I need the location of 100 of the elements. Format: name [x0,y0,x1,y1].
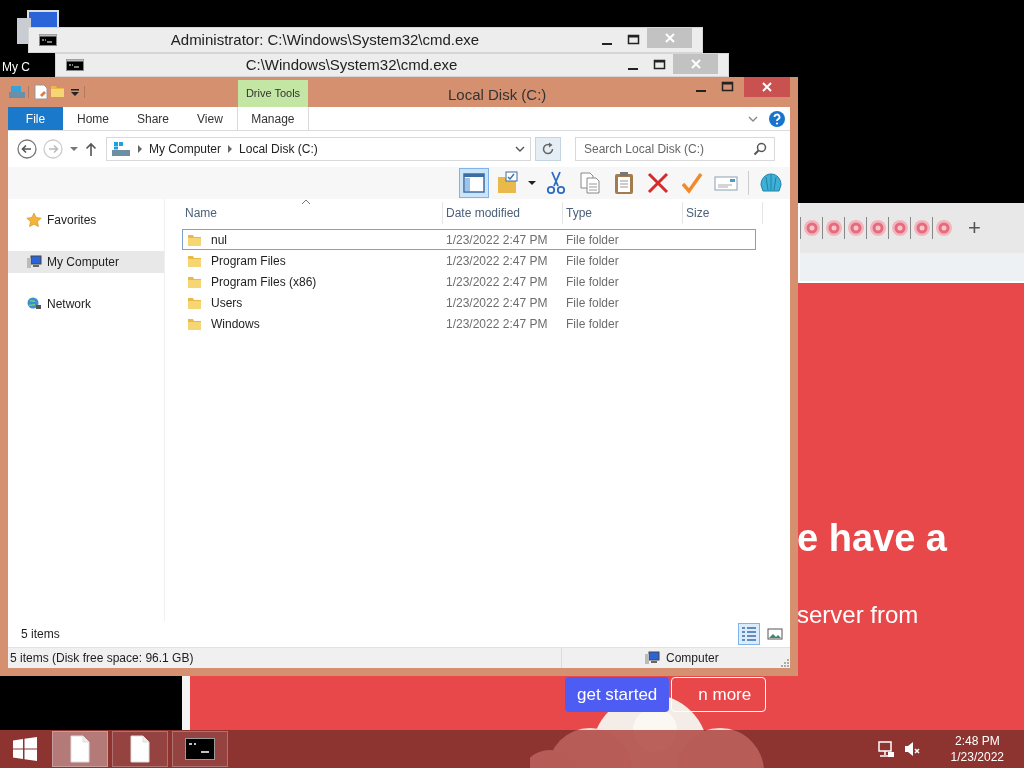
console-icon [185,738,215,760]
browser-tab[interactable] [932,217,954,239]
taskbar-button[interactable] [112,731,168,767]
network-icon [26,296,42,312]
ribbon-tab[interactable]: Share [123,107,184,130]
breadcrumb-item[interactable]: My Computer [149,140,222,158]
browser-tab[interactable] [844,217,866,239]
get-started-button[interactable]: get started [565,676,670,713]
nav-item[interactable]: Network [8,293,164,315]
toolbar-button[interactable] [459,168,489,198]
resize-grip-icon[interactable] [780,658,790,668]
delete-icon [646,171,670,195]
browser-tab[interactable] [888,217,910,239]
type-cell-text: File folder [566,273,620,291]
clock-time[interactable]: 2:48 PM [950,732,1004,749]
file-row[interactable]: Users 1/23/2022 2:47 PM File folder [182,292,756,313]
taskbar-button[interactable] [172,731,228,767]
date-cell-text: 1/23/2022 2:47 PM [446,231,549,249]
file-row[interactable]: Program Files 1/23/2022 2:47 PM File folder [182,250,756,271]
item-count: 5 items [21,626,60,643]
help-icon[interactable] [768,109,786,128]
type-cell-text: File folder [566,315,620,333]
drive-icon [8,84,26,100]
column-header[interactable]: Size [683,202,763,224]
column-header[interactable]: Type [563,202,683,224]
close-button[interactable] [744,77,790,97]
hero-text: server from [797,599,920,630]
mute-icon[interactable] [902,740,921,758]
image-icon [766,625,784,643]
folder-icon [496,171,520,195]
file-name: Windows [211,315,260,333]
taskbar-button[interactable] [52,731,108,767]
address-field[interactable]: My Computer Local Disk (C:) [106,137,531,161]
copy-icon [578,171,602,195]
column-header[interactable]: Name [182,202,443,224]
file-name: Program Files (x86) [211,273,317,291]
minimize-icon [627,68,638,70]
flower-icon [890,219,909,237]
shell-icon [759,171,783,195]
hero-heading: e have a [797,518,948,560]
file-row[interactable]: Program Files (x86) 1/23/2022 2:47 PM File folder [182,271,756,292]
type-cell-text: File folder [566,231,620,249]
maximize-icon [653,59,666,71]
search-field[interactable]: Search Local Disk (C:) [575,137,775,161]
properties-icon[interactable] [32,83,50,101]
document-icon [69,735,91,763]
back-icon[interactable] [16,138,38,160]
maximize-icon [627,34,640,46]
minimize-icon [696,90,706,92]
windows-logo-icon [12,737,38,761]
ribbon-tab[interactable]: View [183,107,237,130]
up-arrow-icon[interactable] [84,141,98,157]
date-cell-text: 1/23/2022 2:47 PM [446,252,549,270]
flower-icon [868,219,887,237]
breadcrumb-item[interactable]: Local Disk (C:) [239,140,318,158]
clock-date[interactable]: 1/23/2022 [950,749,1004,766]
file-name: nul [211,231,227,249]
file-name: Users [211,294,243,312]
file-name: Program Files [211,252,286,270]
checkmark-icon [680,171,704,195]
date-cell-text: 1/23/2022 2:47 PM [446,294,549,312]
details-view-button[interactable] [738,623,760,645]
computer-icon [26,254,42,270]
list-icon [740,625,758,643]
window-title: Administrator: C:\Windows\System32\cmd.exe [169,29,481,50]
favorites-icon [26,212,42,228]
network-icon[interactable] [876,740,895,758]
ribbon-tab[interactable]: Home [63,107,123,130]
type-cell-text: File folder [566,252,620,270]
type-cell-text: File folder [566,294,620,312]
refresh-button[interactable] [535,137,561,161]
browser-tab[interactable] [822,217,844,239]
window-title: Local Disk (C:) [448,85,547,105]
minimize-icon [601,43,612,45]
divider-icon [82,84,88,100]
new-tab-button[interactable]: + [968,217,981,239]
flower-icon [802,219,821,237]
context-tab-label: Drive Tools [238,80,308,107]
date-cell-text: 1/23/2022 2:47 PM [446,273,549,291]
nav-item[interactable]: My Computer [8,251,164,273]
browser-tab[interactable] [866,217,888,239]
ribbon-tab[interactable]: Manage [236,107,309,130]
document-icon [129,735,151,763]
file-row[interactable]: nul 1/23/2022 2:47 PM File folder [182,229,756,250]
ribbon-tab[interactable]: File [8,107,63,130]
column-header[interactable]: Date modified [443,202,563,224]
browser-tab[interactable] [910,217,932,239]
refresh-icon [541,142,555,156]
console-icon [39,34,57,46]
computer-icon [644,650,662,666]
file-row[interactable]: Windows 1/23/2022 2:47 PM File folder [182,313,756,334]
clipboard-icon [612,171,636,195]
desktop-icon-label[interactable]: My C [2,58,30,76]
flower-icon [934,219,953,237]
sort-icon [302,199,310,204]
nav-item[interactable]: Favorites [8,209,164,231]
flower-icon [824,219,843,237]
caret-icon[interactable] [527,179,537,187]
browser-tab[interactable] [800,217,822,239]
search-icon [753,142,767,156]
